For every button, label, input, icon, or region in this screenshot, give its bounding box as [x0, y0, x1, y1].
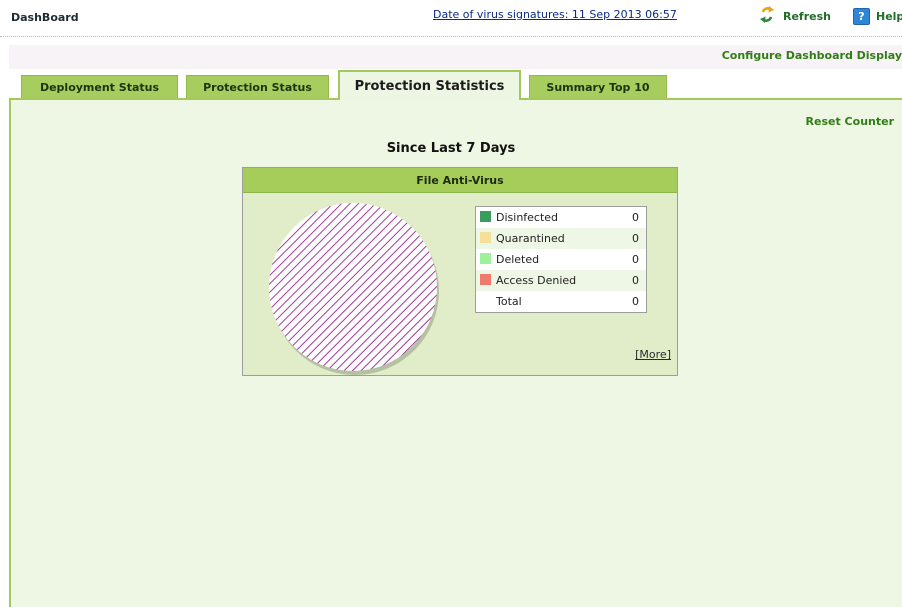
- file-antivirus-card: File Anti-Virus Disinfected 0 Quarantine…: [242, 167, 678, 376]
- help-label: Help: [876, 9, 902, 23]
- legend-label: Access Denied: [496, 274, 577, 287]
- legend-row-disinfected: Disinfected 0: [476, 207, 647, 229]
- legend-value: 0: [609, 228, 647, 249]
- legend-label: Disinfected: [496, 211, 559, 224]
- statistics-panel: Reset Counter Since Last 7 Days File Ant…: [9, 98, 902, 607]
- tab-protection-statistics[interactable]: Protection Statistics: [338, 70, 521, 100]
- help-button[interactable]: ? Help: [853, 7, 902, 25]
- period-title: Since Last 7 Days: [386, 141, 516, 156]
- pie-slice: [269, 203, 437, 371]
- virus-signature-date-link[interactable]: Date of virus signatures: 11 Sep 2013 06…: [433, 8, 677, 21]
- refresh-button[interactable]: Refresh: [760, 5, 831, 27]
- legend-row-deleted: Deleted 0: [476, 249, 647, 270]
- tab-protection-status[interactable]: Protection Status: [186, 75, 329, 99]
- legend-label: Quarantined: [496, 232, 565, 245]
- refresh-icon: [760, 5, 774, 27]
- refresh-label: Refresh: [783, 9, 831, 23]
- access-denied-swatch: [480, 274, 491, 285]
- disinfected-swatch: [480, 211, 491, 222]
- page-title: DashBoard: [11, 11, 79, 24]
- help-icon: ?: [853, 7, 870, 25]
- tab-summary-top-10[interactable]: Summary Top 10: [529, 75, 667, 99]
- legend-value: 0: [609, 270, 647, 291]
- statistics-pie-chart: [269, 203, 439, 375]
- top-bar: DashBoard Date of virus signatures: 11 S…: [0, 0, 902, 37]
- quarantined-swatch: [480, 232, 491, 243]
- configure-dashboard-display-link[interactable]: Configure Dashboard Display: [722, 49, 902, 62]
- legend-value: 0: [632, 253, 639, 266]
- legend-row-total: Total 0: [476, 291, 647, 313]
- legend-label: Total: [496, 295, 522, 308]
- tab-deployment-status[interactable]: Deployment Status: [21, 75, 178, 99]
- config-strip: Configure Dashboard Display: [9, 45, 902, 69]
- legend-row-quarantined: Quarantined 0: [475, 228, 647, 249]
- legend-row-access-denied: Access Denied 0: [475, 270, 647, 291]
- more-link[interactable]: [More]: [635, 348, 671, 361]
- legend-label: Deleted: [496, 253, 540, 266]
- card-title: File Anti-Virus: [243, 168, 677, 193]
- reset-counter-link[interactable]: Reset Counter: [806, 115, 894, 128]
- legend-value: 0: [632, 295, 639, 308]
- legend-table: Disinfected 0 Quarantined 0 Deleted 0 Ac…: [475, 206, 647, 313]
- legend-value: 0: [632, 211, 639, 224]
- deleted-swatch: [480, 253, 491, 264]
